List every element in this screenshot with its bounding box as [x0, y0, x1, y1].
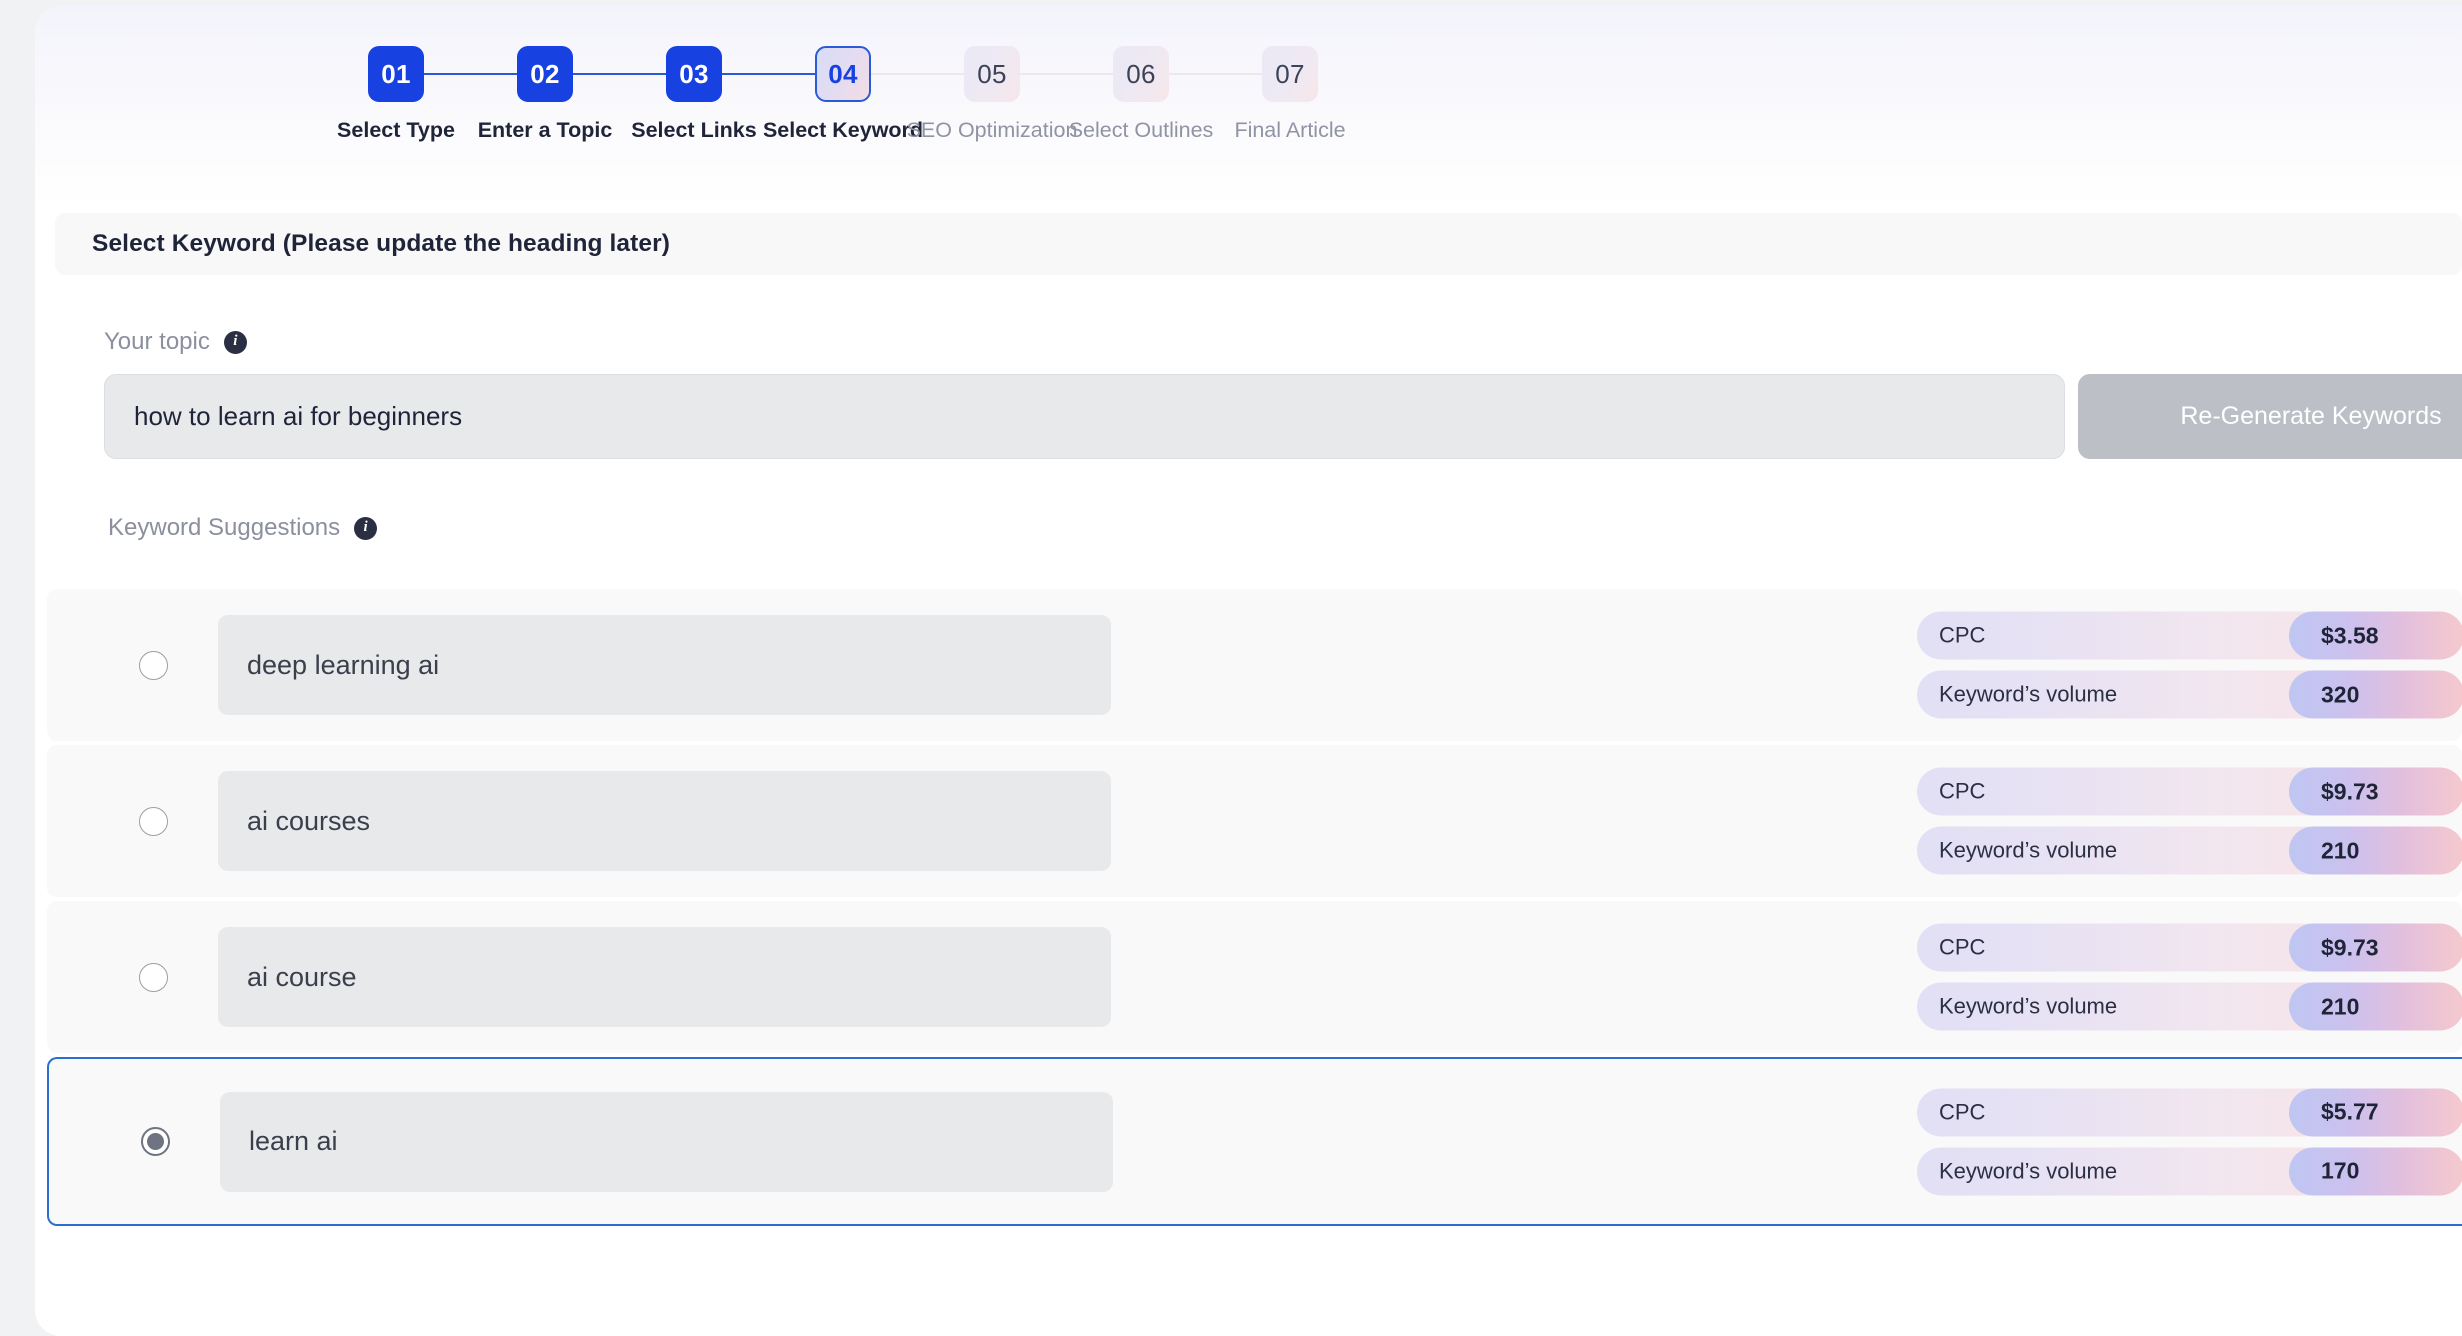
- stepper-connector-2: [573, 73, 666, 75]
- topic-row: how to learn ai for beginners Re-Generat…: [35, 374, 2462, 474]
- cpc-value: $3.58: [2289, 611, 2462, 660]
- keyword-row[interactable]: deep learning ai CPC $3.58 Keyword’s volume…: [47, 589, 2462, 741]
- keyword-radio[interactable]: [141, 1127, 170, 1156]
- keyword-input[interactable]: ai courses: [218, 771, 1111, 871]
- wizard-stepper: 01 Select Type 02 Enter a Topic 03 Select Lin…: [35, 6, 2462, 194]
- keyword-volume-badge: Keyword’s volume 210: [1917, 982, 2462, 1031]
- keyword-input[interactable]: learn ai: [220, 1091, 1113, 1192]
- stepper-connector-3: [722, 73, 815, 75]
- cpc-value: $5.77: [2289, 1088, 2462, 1136]
- cpc-label: CPC: [1939, 1099, 1986, 1124]
- stepper-step-07[interactable]: 07 Final Article: [1200, 46, 1380, 143]
- keyword-input[interactable]: ai course: [218, 927, 1111, 1027]
- keyword-radio[interactable]: [139, 650, 168, 680]
- step-badge-06[interactable]: 06: [1113, 46, 1169, 102]
- keyword-volume-label: Keyword’s volume: [1939, 1158, 2118, 1183]
- keyword-radio[interactable]: [139, 806, 168, 836]
- topic-label: Your topic: [104, 328, 210, 355]
- keyword-metrics: CPC $9.73 Keyword’s volume 210: [1917, 767, 2462, 875]
- info-icon[interactable]: i: [223, 330, 247, 354]
- cpc-badge: CPC $3.58: [1917, 611, 2462, 660]
- stepper-connector-5: [1020, 73, 1113, 75]
- cpc-value: $9.73: [2289, 923, 2462, 972]
- keyword-metrics: CPC $9.73 Keyword’s volume 210: [1917, 923, 2462, 1031]
- keyword-volume-value: 210: [2289, 826, 2462, 875]
- topic-label-group: Your topic i: [104, 328, 247, 356]
- keyword-radio[interactable]: [139, 962, 168, 992]
- keyword-row[interactable]: ai courses CPC $9.73 Keyword’s volume 210: [47, 745, 2462, 897]
- keyword-volume-label: Keyword’s volume: [1939, 837, 2118, 863]
- keyword-row[interactable]: learn ai CPC $5.77 Keyword’s volume 170: [47, 1057, 2462, 1226]
- cpc-label: CPC: [1939, 934, 1986, 960]
- wizard-card: 01 Select Type 02 Enter a Topic 03 Select Lin…: [35, 6, 2462, 1336]
- step-label-07: Final Article: [1234, 118, 1346, 142]
- suggestions-label-group: Keyword Suggestions i: [108, 514, 378, 542]
- step-badge-04[interactable]: 04: [815, 46, 871, 102]
- app-page: 01 Select Type 02 Enter a Topic 03 Select Lin…: [0, 0, 2462, 1336]
- keyword-volume-badge: Keyword’s volume 170: [1917, 1147, 2462, 1195]
- keyword-metrics: CPC $3.58 Keyword’s volume 320: [1917, 611, 2462, 719]
- keyword-volume-label: Keyword’s volume: [1939, 681, 2118, 707]
- cpc-label: CPC: [1939, 622, 1986, 648]
- section-heading-bar: Select Keyword (Please update the headin…: [55, 213, 2462, 275]
- topic-input[interactable]: how to learn ai for beginners: [104, 374, 2065, 459]
- stepper-connector-6: [1169, 73, 1262, 75]
- cpc-badge: CPC $9.73: [1917, 767, 2462, 816]
- cpc-badge: CPC $9.73: [1917, 923, 2462, 972]
- stepper-connector-1: [424, 73, 517, 75]
- keyword-volume-value: 210: [2289, 982, 2462, 1031]
- radio-dot-icon: [147, 1133, 164, 1150]
- keyword-volume-badge: Keyword’s volume 320: [1917, 670, 2462, 719]
- step-badge-02[interactable]: 02: [517, 46, 573, 102]
- keyword-volume-badge: Keyword’s volume 210: [1917, 826, 2462, 875]
- keyword-suggestion-list: deep learning ai CPC $3.58 Keyword’s volume…: [35, 589, 2462, 1230]
- keyword-input[interactable]: deep learning ai: [218, 615, 1111, 715]
- info-icon[interactable]: i: [354, 516, 378, 540]
- cpc-label: CPC: [1939, 778, 1986, 804]
- cpc-value: $9.73: [2289, 767, 2462, 816]
- step-badge-05[interactable]: 05: [964, 46, 1020, 102]
- regenerate-keywords-button[interactable]: Re-Generate Keywords: [2078, 374, 2462, 459]
- keyword-volume-label: Keyword’s volume: [1939, 993, 2118, 1019]
- page-title: Select Keyword (Please update the headin…: [92, 230, 670, 257]
- stepper-connector-4: [871, 73, 964, 75]
- keyword-volume-value: 170: [2289, 1147, 2462, 1195]
- keyword-row[interactable]: ai course CPC $9.73 Keyword’s volume 210: [47, 901, 2462, 1053]
- cpc-badge: CPC $5.77: [1917, 1088, 2462, 1136]
- step-badge-03[interactable]: 03: [666, 46, 722, 102]
- step-badge-07[interactable]: 07: [1262, 46, 1318, 102]
- keyword-volume-value: 320: [2289, 670, 2462, 719]
- keyword-suggestions-label: Keyword Suggestions: [108, 514, 341, 541]
- keyword-metrics: CPC $5.77 Keyword’s volume 170: [1917, 1088, 2462, 1195]
- step-badge-01[interactable]: 01: [368, 46, 424, 102]
